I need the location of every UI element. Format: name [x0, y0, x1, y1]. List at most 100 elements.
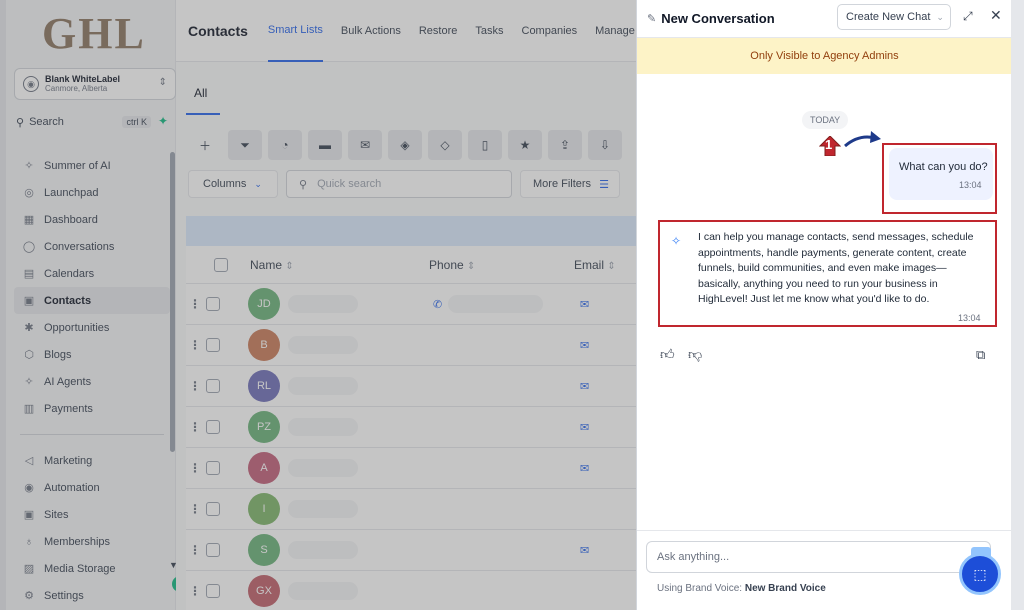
drag-handle-icon[interactable]: ⋮	[186, 543, 204, 557]
envelope-icon[interactable]: ✉	[580, 339, 589, 352]
column-email[interactable]: Email ⇕	[574, 258, 616, 272]
automation-button[interactable]: ◔	[268, 130, 302, 160]
table-row[interactable]: ⋮ PZ ✉	[186, 407, 636, 448]
select-all-checkbox[interactable]	[214, 257, 228, 272]
row-checkbox[interactable]	[206, 584, 220, 598]
name-cell[interactable]	[288, 459, 358, 477]
sidebar-item-sites[interactable]: ▣ Sites	[14, 501, 170, 528]
table-row[interactable]: ⋮ RL ✉	[186, 366, 636, 407]
thumbs-down-icon[interactable]: 👎︎	[688, 346, 702, 363]
sidebar-item-label: Marketing	[44, 454, 93, 467]
name-cell[interactable]	[288, 336, 358, 354]
sidebar-item-marketing[interactable]: ◁ Marketing	[14, 447, 170, 474]
ask-input[interactable]: Ask anything...	[646, 541, 991, 573]
column-email-label: Email	[574, 257, 605, 272]
envelope-icon[interactable]: ✉	[580, 298, 589, 311]
drag-handle-icon[interactable]: ⋮	[186, 420, 204, 434]
window-edge	[1011, 0, 1024, 610]
table-row[interactable]: ⋮ S ✉	[186, 530, 636, 571]
drag-handle-icon[interactable]: ⋮	[186, 297, 204, 311]
row-checkbox[interactable]	[206, 338, 220, 352]
envelope-icon[interactable]: ✉	[580, 462, 589, 475]
import-button[interactable]: ⇩	[588, 130, 622, 160]
drag-handle-icon[interactable]: ⋮	[186, 338, 204, 352]
quick-action-icon[interactable]: ✦	[158, 114, 168, 128]
copy-icon[interactable]: ⧉	[976, 347, 985, 363]
drag-handle-icon[interactable]: ⋮	[186, 461, 204, 475]
remove-tag-button[interactable]: ◇	[428, 130, 462, 160]
columns-button[interactable]: Columns ⌄	[188, 170, 278, 198]
account-switcher[interactable]: ◉ Blank WhiteLabel Canmore, Alberta ⇕	[14, 68, 176, 100]
sidebar-item-summer-of-ai[interactable]: ✧ Summer of AI	[14, 152, 170, 179]
table-row[interactable]: ⋮ JD ✆ ✉	[186, 284, 636, 325]
name-cell[interactable]	[288, 377, 358, 395]
table-row[interactable]: ⋮ A ✉	[186, 448, 636, 489]
row-checkbox[interactable]	[206, 461, 220, 475]
sms-button[interactable]: ▬	[308, 130, 342, 160]
tab-tasks[interactable]: Tasks	[475, 0, 503, 62]
avatar: RL	[248, 370, 280, 402]
row-checkbox[interactable]	[206, 297, 220, 311]
delete-button[interactable]: ▯	[468, 130, 502, 160]
thumbs-up-icon[interactable]: 👍︎	[660, 346, 675, 363]
row-checkbox[interactable]	[206, 502, 220, 516]
table-row[interactable]: ⋮ B ✉	[186, 325, 636, 366]
add-tag-button[interactable]: ◈	[388, 130, 422, 160]
close-icon[interactable]: ✕	[990, 7, 1002, 24]
sidebar-item-memberships[interactable]: ♁ Memberships	[14, 528, 170, 555]
name-cell[interactable]	[288, 582, 358, 600]
sidebar-search[interactable]: ⚲ Search ctrl K	[16, 112, 151, 132]
drag-handle-icon[interactable]: ⋮	[186, 502, 204, 516]
name-cell[interactable]	[288, 541, 358, 559]
name-cell[interactable]	[288, 295, 358, 313]
subtab-all[interactable]: All	[194, 86, 207, 100]
phone-icon[interactable]: ✆	[433, 298, 442, 311]
row-checkbox[interactable]	[206, 379, 220, 393]
envelope-icon[interactable]: ✉	[580, 544, 589, 557]
name-cell[interactable]	[288, 500, 358, 518]
brand-voice-value[interactable]: New Brand Voice	[745, 583, 826, 594]
row-checkbox[interactable]	[206, 420, 220, 434]
export-button[interactable]: ⇪	[548, 130, 582, 160]
sidebar-scrollbar[interactable]	[170, 152, 175, 452]
sidebar-item-dashboard[interactable]: ▦ Dashboard	[14, 206, 170, 233]
sort-icon: ⇕	[607, 260, 616, 272]
more-filters-button[interactable]: More Filters ☰	[520, 170, 620, 198]
star-button[interactable]: ★	[508, 130, 542, 160]
quick-search-input[interactable]: ⚲ Quick search	[286, 170, 512, 198]
tab-restore[interactable]: Restore	[419, 0, 458, 62]
column-phone[interactable]: Phone ⇕	[429, 258, 475, 272]
create-new-chat-button[interactable]: Create New Chat ⌄	[837, 4, 951, 30]
sidebar-item-payments[interactable]: ▥ Payments	[14, 395, 170, 422]
tab-companies[interactable]: Companies	[522, 0, 578, 62]
create-new-chat-label: Create New Chat	[846, 11, 931, 23]
sidebar-item-calendars[interactable]: ▤ Calendars	[14, 260, 170, 287]
envelope-icon[interactable]: ✉	[580, 380, 589, 393]
support-chat-button[interactable]: ⬚	[959, 553, 1001, 595]
subtab-indicator	[186, 113, 220, 115]
sidebar-item-blogs[interactable]: ⬡ Blogs	[14, 341, 170, 368]
drag-handle-icon[interactable]: ⋮	[186, 584, 204, 598]
row-checkbox[interactable]	[206, 543, 220, 557]
sidebar-item-ai-agents[interactable]: ✧ AI Agents	[14, 368, 170, 395]
sidebar-item-contacts[interactable]: ▣ Contacts	[14, 287, 170, 314]
filter-button[interactable]: ⏷	[228, 130, 262, 160]
table-row[interactable]: ⋮ I	[186, 489, 636, 530]
table-row[interactable]: ⋮ GX	[186, 571, 636, 610]
expand-icon[interactable]: ⤢	[963, 9, 973, 24]
sidebar-item-settings[interactable]: ⚙ Settings	[14, 582, 170, 609]
email-button[interactable]: ✉	[348, 130, 382, 160]
name-cell[interactable]	[288, 418, 358, 436]
envelope-icon[interactable]: ✉	[580, 421, 589, 434]
sidebar-item-opportunities[interactable]: ✱ Opportunities	[14, 314, 170, 341]
add-contact-button[interactable]: ＋	[188, 130, 222, 160]
sliders-icon: ☰	[599, 178, 609, 191]
tab-smart-lists[interactable]: Smart Lists	[267, 0, 323, 62]
sidebar-item-automation[interactable]: ◉ Automation	[14, 474, 170, 501]
sidebar-item-launchpad[interactable]: ◎ Launchpad	[14, 179, 170, 206]
drag-handle-icon[interactable]: ⋮	[186, 379, 204, 393]
tab-bulk-actions[interactable]: Bulk Actions	[341, 0, 401, 62]
sidebar-item-media-storage[interactable]: ▨ Media Storage	[14, 555, 170, 582]
column-name[interactable]: Name ⇕	[250, 258, 294, 272]
sidebar-item-conversations[interactable]: ◯ Conversations	[14, 233, 170, 260]
